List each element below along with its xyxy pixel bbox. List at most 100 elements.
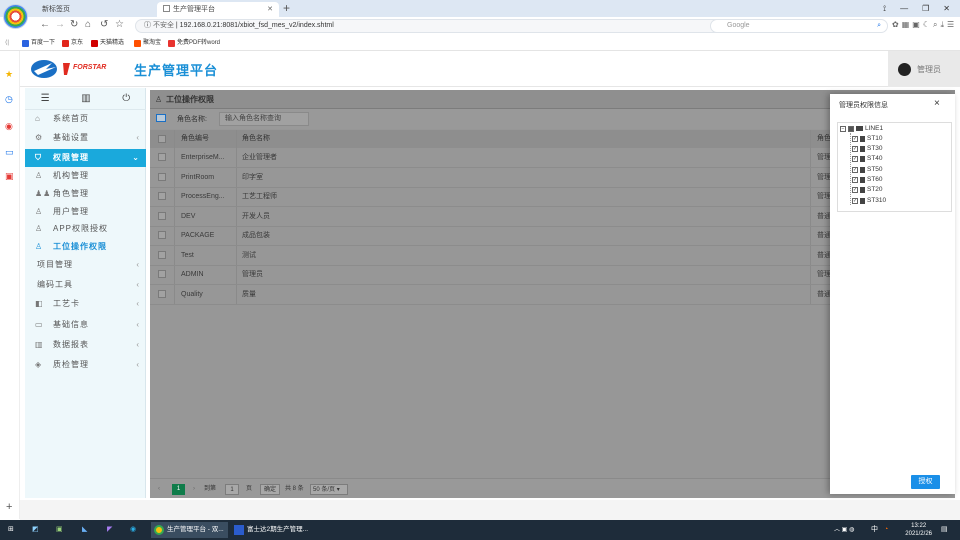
sidebar-item-reports[interactable]: ▥ 数据报表 ‹ [25, 336, 146, 354]
vs-icon[interactable]: ◤ [107, 523, 112, 537]
url-bar[interactable]: ⓘ 不安全 | 192.168.0.21:8081/xbiot_fsd_mes_… [135, 19, 735, 33]
star-icon[interactable]: ☆ [115, 19, 124, 30]
app-icon[interactable]: ▣ [56, 523, 63, 537]
node-checkbox[interactable]: ✓ [852, 166, 858, 173]
extension-icons[interactable]: ✿▦▣☾⌕⤓☰ [892, 20, 957, 30]
tree-node[interactable]: ✓ ST40 [852, 155, 883, 162]
taskbar-window-browser[interactable]: 生产管理平台 - 双... [151, 522, 228, 538]
node-checkbox[interactable]: ✓ [852, 186, 858, 193]
row-checkbox[interactable] [158, 231, 166, 239]
prev-page-icon[interactable]: ‹ [158, 484, 160, 495]
next-page-icon[interactable]: › [193, 484, 195, 495]
tab-production[interactable]: 生产管理平台 ✕ [157, 2, 279, 17]
goto-confirm-button[interactable]: 确定 [260, 484, 281, 495]
row-checkbox[interactable] [158, 192, 166, 200]
taskbar-window-word[interactable]: 富士达2期生产管理... [231, 522, 311, 538]
clock[interactable]: 13:22 2021/2/26 [905, 522, 932, 538]
weibo-icon[interactable]: ◉ [5, 121, 13, 132]
close-icon[interactable]: ✕ [267, 2, 273, 17]
tree-node-root[interactable]: − LINE1 [840, 125, 883, 132]
menu-toggle-icon[interactable]: ☰ [41, 93, 50, 104]
sidebar-item-permissions[interactable]: ⛉ 权限管理 ⌄ [25, 149, 146, 167]
bookmark-baidu[interactable]: 百度一下 [22, 36, 55, 51]
pin-icon[interactable]: ⟟ [883, 4, 886, 14]
favorites-icon[interactable]: ★ [5, 69, 13, 80]
app-icon[interactable]: ◣ [82, 523, 87, 537]
panel-icon[interactable]: ▭ [5, 147, 14, 158]
home-icon[interactable]: ⌂ [85, 19, 91, 30]
power-icon[interactable]: ⏻ [122, 93, 130, 104]
edge-icon[interactable]: ◉ [130, 523, 136, 537]
row-checkbox[interactable] [158, 153, 166, 161]
tab-new[interactable]: 新标签页 [36, 2, 154, 17]
page-button-current[interactable]: 1 [172, 484, 185, 495]
ime-indicator[interactable]: 中 [871, 523, 878, 537]
page-size-select[interactable]: 50 条/页 ▾ [310, 484, 348, 495]
search-icon[interactable]: ⌕ [877, 20, 881, 32]
history-icon[interactable]: ◷ [5, 94, 13, 105]
browser-logo-icon[interactable] [3, 4, 28, 29]
root-checkbox[interactable] [848, 125, 854, 132]
sidebar-item-craft-card[interactable]: ◧ 工艺卡 ‹ [25, 295, 146, 313]
restore-button[interactable]: ❐ [922, 4, 929, 13]
bookmark-jd[interactable]: 京东 [62, 36, 83, 51]
back-icon[interactable]: ← [40, 19, 50, 30]
node-checkbox[interactable]: ✓ [852, 135, 858, 142]
sidebar-item-settings[interactable]: ⚙ 基础设置 ‹ [25, 129, 146, 147]
row-checkbox[interactable] [158, 270, 166, 278]
tree-node[interactable]: ✓ ST10 [852, 135, 883, 142]
collapse-icon[interactable]: ⟨| [5, 36, 9, 51]
tree-node[interactable]: ✓ ST20 [852, 186, 883, 193]
bookmark-tmall[interactable]: 天猫精选 [91, 36, 124, 51]
tree-node[interactable]: ✓ ST50 [852, 166, 883, 173]
row-checkbox[interactable] [158, 251, 166, 259]
sidebar-item-basic-info[interactable]: ▭ 基础信息 ‹ [25, 316, 146, 334]
sidebar-item-app-auth[interactable]: ♙ APP权限授权 [25, 220, 146, 238]
undo-icon[interactable]: ↺ [100, 19, 108, 30]
node-checkbox[interactable]: ✓ [852, 155, 858, 162]
add-icon[interactable]: + [6, 501, 12, 513]
close-icon[interactable]: × [934, 98, 940, 109]
app-icon[interactable]: ▣ [5, 171, 14, 182]
bookmark-pdf[interactable]: 免费PDF转word [168, 36, 220, 51]
column-header[interactable]: 角色名称 [242, 130, 270, 148]
collapse-icon[interactable]: − [840, 125, 846, 132]
sidebar-item-users[interactable]: ♙ 用户管理 [25, 203, 146, 221]
tree-node[interactable]: ✓ ST30 [852, 145, 883, 152]
tray-icons[interactable]: ︿ ▣ ◍ [834, 523, 854, 537]
minimize-button[interactable]: — [900, 4, 908, 13]
row-checkbox[interactable] [158, 173, 166, 181]
node-checkbox[interactable]: ✓ [852, 176, 858, 183]
app-icon[interactable]: ◩ [32, 523, 39, 537]
sidebar-item-projects[interactable]: 项目管理 ‹ [25, 256, 146, 274]
page-number-input[interactable]: 1 [225, 484, 239, 495]
search-box[interactable]: Google ⌕ [710, 19, 888, 33]
sidebar-item-home[interactable]: ⌂ 系统首页 [25, 110, 146, 128]
role-name-input[interactable]: 输入角色名称查询 [219, 112, 309, 126]
keyboard-icon[interactable] [156, 114, 166, 122]
new-tab-button[interactable]: + [283, 1, 290, 15]
close-window-button[interactable]: ✕ [943, 4, 950, 13]
sidebar-item-quality[interactable]: ◈ 质检管理 ‹ [25, 356, 146, 374]
sidebar-item-coding[interactable]: 编码工具 ‹ [25, 276, 146, 294]
node-checkbox[interactable]: ✓ [852, 197, 858, 204]
row-checkbox[interactable] [158, 212, 166, 220]
sidebar-item-org[interactable]: ♙ 机构管理 [25, 167, 146, 185]
column-header[interactable]: 角色编号 [181, 130, 209, 148]
tree-node[interactable]: ✓ ST310 [852, 197, 886, 204]
sidebar-item-station-perm[interactable]: ♙ 工位操作权限 [25, 238, 146, 256]
authorize-button[interactable]: 授权 [911, 475, 940, 489]
bookmark-taobao[interactable]: 聚淘宝 [134, 36, 161, 51]
notification-icon[interactable]: ▤ [941, 523, 948, 537]
forward-icon[interactable]: → [55, 19, 65, 30]
library-icon[interactable]: ▥ [81, 93, 90, 104]
node-checkbox[interactable]: ✓ [852, 145, 858, 152]
select-all-checkbox[interactable] [158, 135, 166, 143]
row-checkbox[interactable] [158, 290, 166, 298]
user-menu[interactable]: 管理员 [888, 51, 960, 87]
antivirus-icon[interactable]: ◔ [884, 523, 888, 537]
reload-icon[interactable]: ↻ [70, 19, 78, 30]
windows-start-icon[interactable]: ⊞ [8, 523, 14, 537]
tree-node[interactable]: ✓ ST60 [852, 176, 883, 183]
sidebar-item-roles[interactable]: ♟♟ 角色管理 [25, 185, 146, 203]
